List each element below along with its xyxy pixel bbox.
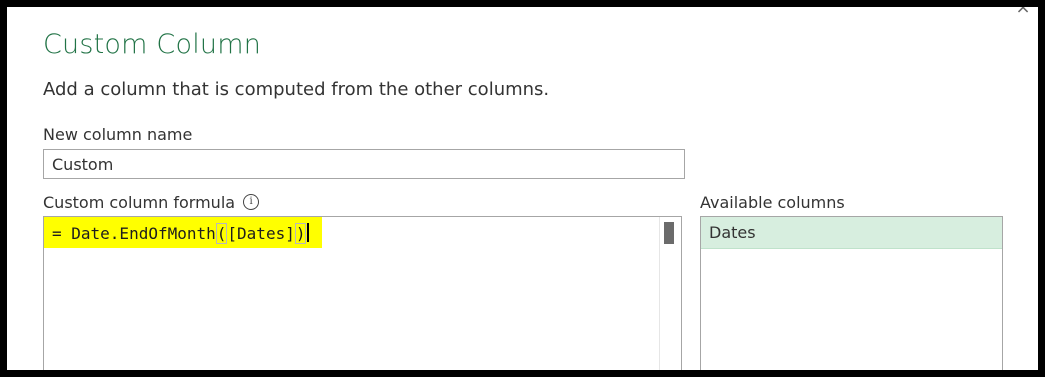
info-icon[interactable]: i (243, 194, 260, 210)
new-column-name-label: New column name (43, 125, 193, 144)
formula-text[interactable]: = Date.EndOfMonth([Dates]) (52, 223, 310, 244)
custom-column-dialog: × Custom Column Add a column that is com… (7, 7, 1038, 370)
formula-open-paren: ( (215, 223, 228, 244)
formula-argument: [Dates] (227, 224, 295, 243)
formula-editor[interactable]: = Date.EndOfMonth([Dates]) (43, 216, 682, 370)
custom-formula-label: Custom column formula (43, 193, 236, 212)
scrollbar-thumb[interactable] (664, 222, 674, 244)
custom-formula-label-row: Custom column formula i (43, 193, 260, 212)
dialog-subtitle: Add a column that is computed from the o… (43, 79, 550, 100)
list-item[interactable]: Dates (701, 217, 1002, 249)
close-icon[interactable]: × (1014, 7, 1032, 17)
formula-close-paren: ) (294, 223, 307, 244)
formula-scrollbar[interactable] (659, 217, 681, 370)
new-column-name-input[interactable] (43, 149, 685, 179)
available-columns-label: Available columns (700, 193, 845, 212)
available-columns-list[interactable]: Dates (700, 216, 1003, 370)
dialog-title: Custom Column (43, 29, 262, 60)
formula-prefix: = Date.EndOfMonth (52, 224, 216, 243)
text-caret (307, 223, 310, 242)
